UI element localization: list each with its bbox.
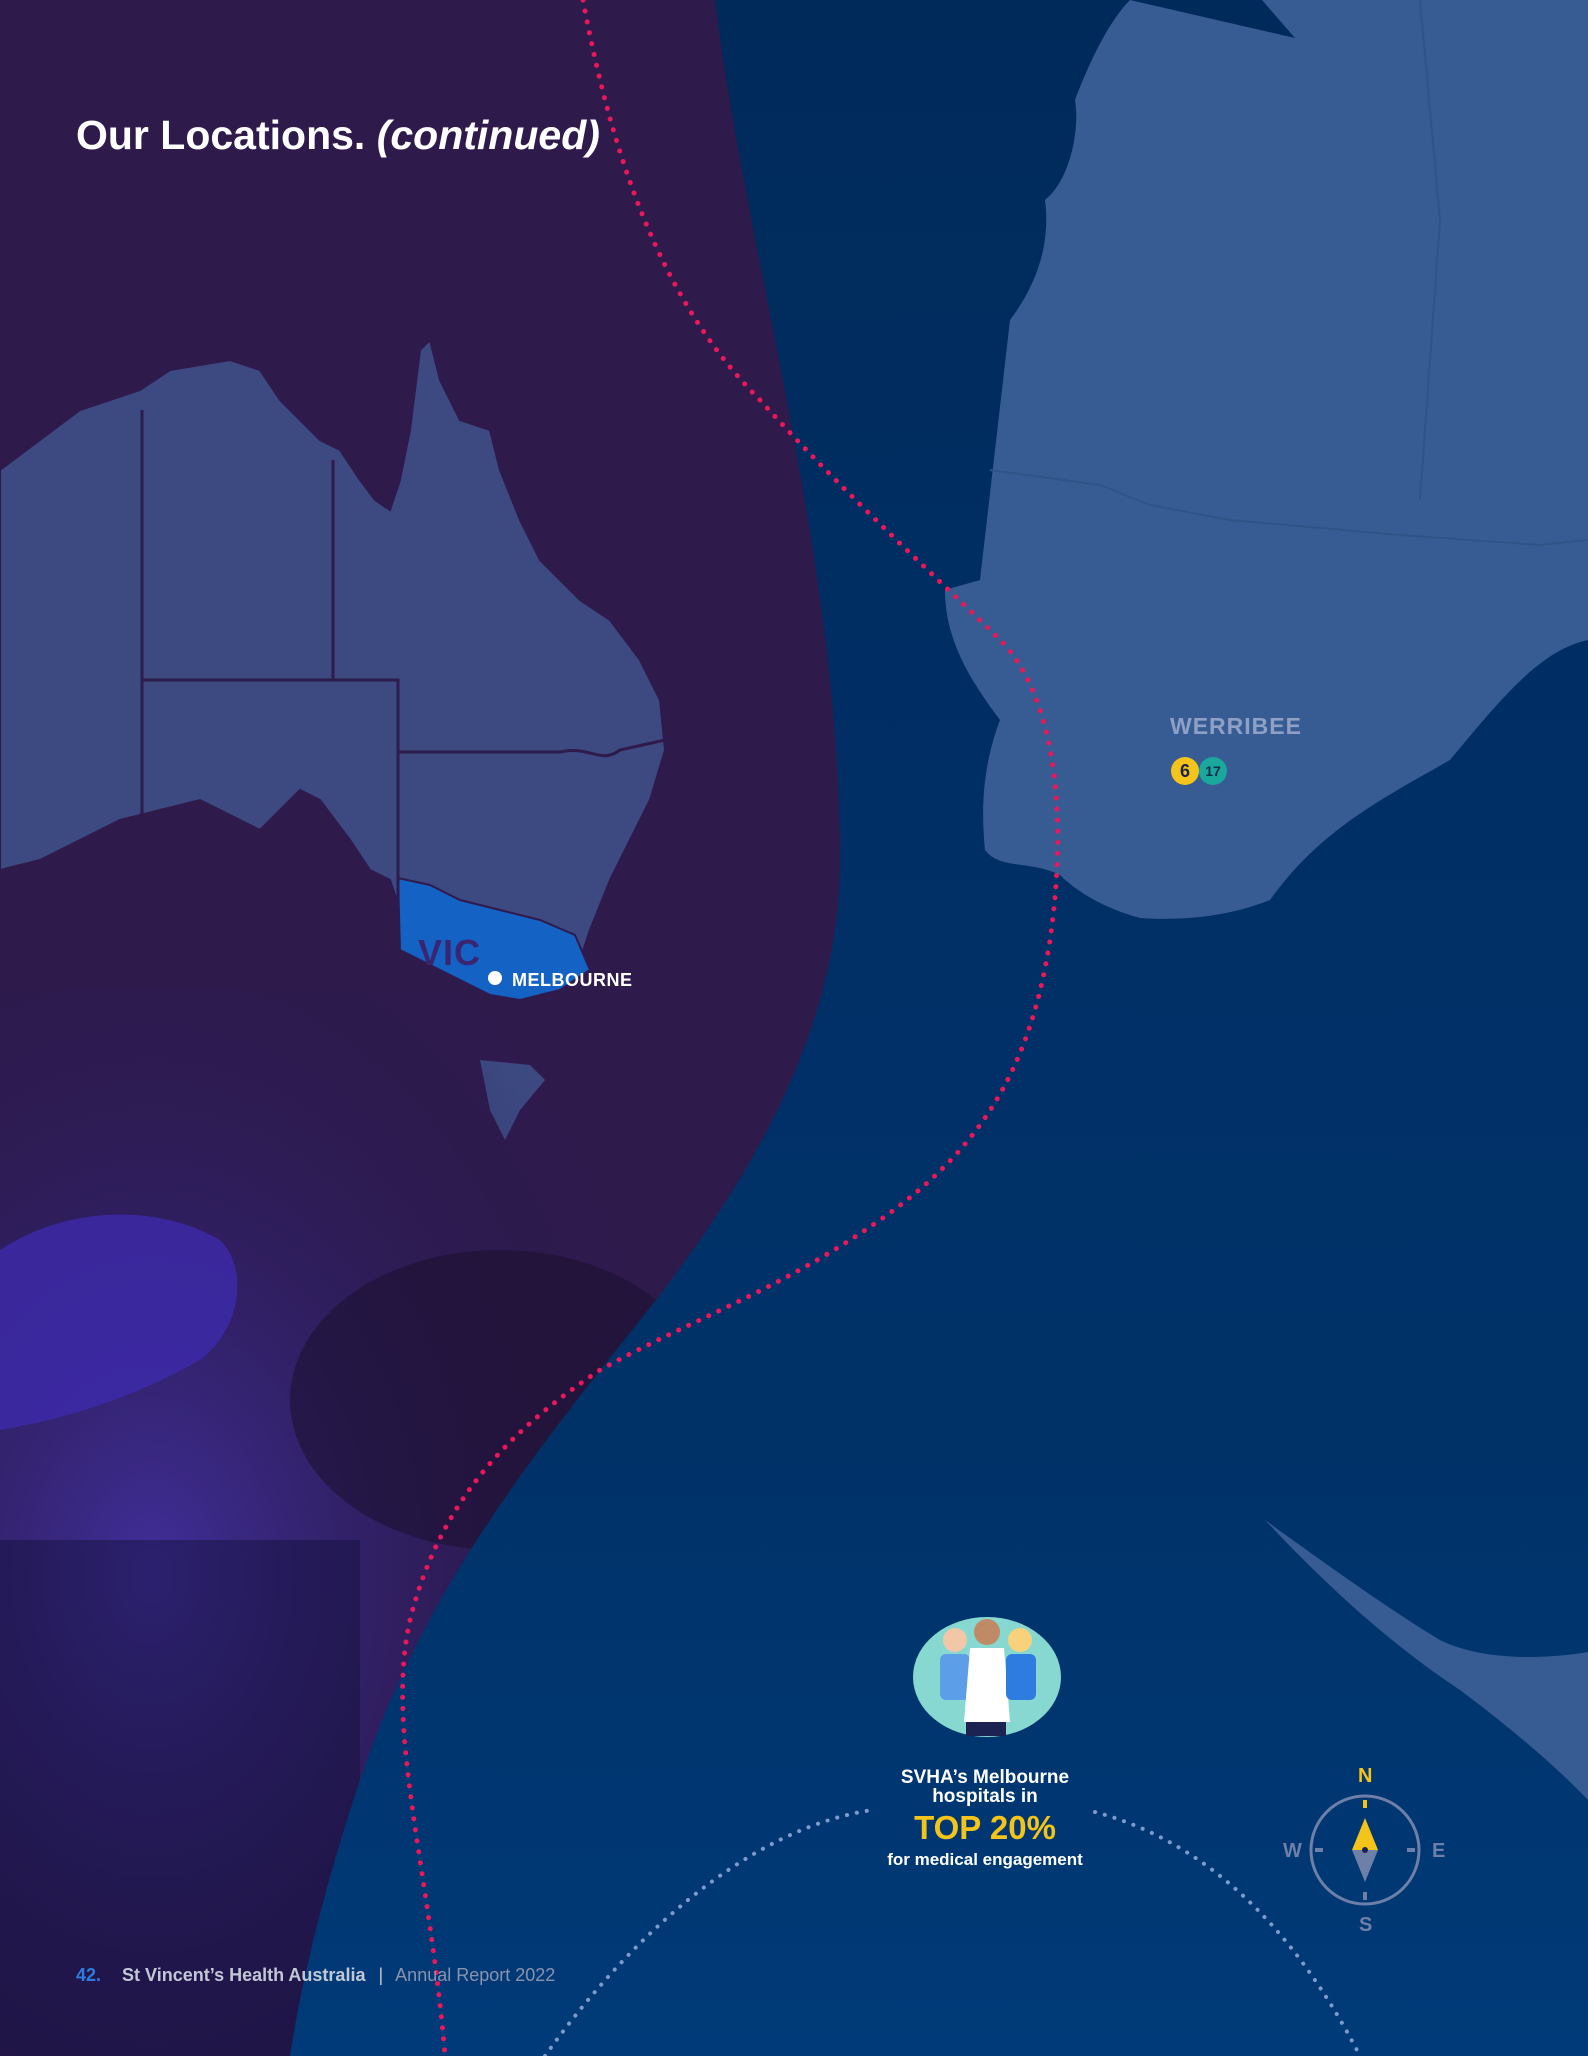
location-badge: 17 bbox=[1199, 757, 1227, 785]
state-label: VIC bbox=[418, 932, 482, 973]
page: Our Locations. (continued) VIC MELBOURNE… bbox=[0, 0, 1588, 2056]
footer-separator: | bbox=[378, 1965, 384, 1985]
page-title-continued: (continued) bbox=[376, 112, 600, 158]
werribee-landmass bbox=[945, 0, 1588, 919]
city-label: MELBOURNE bbox=[512, 970, 633, 990]
map-artwork bbox=[0, 0, 1588, 2056]
melbourne-marker bbox=[488, 971, 502, 985]
clinicians-illustration bbox=[913, 1617, 1061, 1737]
compass-west: W bbox=[1283, 1840, 1302, 1862]
page-footer: 42. St Vincent’s Health Australia | Annu… bbox=[76, 1965, 555, 1986]
callout-text: for medical engagement bbox=[887, 1850, 1083, 1869]
werribee-coast bbox=[1265, 1520, 1588, 1800]
compass-rose bbox=[1309, 1794, 1421, 1906]
patient-head bbox=[290, 1250, 710, 1550]
page-title-main: Our Locations. bbox=[76, 112, 366, 158]
callout-highlight: TOP 20% bbox=[914, 1809, 1056, 1846]
engagement-callout: SVHA’s Melbourne hospitals in TOP 20% fo… bbox=[860, 1768, 1110, 1870]
callout-text: SVHA’s Melbourne bbox=[900, 1767, 1070, 1788]
compass-east: E bbox=[1432, 1840, 1446, 1862]
compass-south: S bbox=[1359, 1914, 1373, 1936]
compass-north: N bbox=[1358, 1765, 1373, 1787]
organisation-name: St Vincent’s Health Australia bbox=[122, 1965, 366, 1985]
callout-arc bbox=[543, 1808, 874, 2056]
location-badge: 6 bbox=[1171, 757, 1199, 785]
location-label-werribee: WERRIBEE bbox=[1170, 713, 1302, 739]
report-name: Annual Report 2022 bbox=[395, 1965, 556, 1985]
callout-text: hospitals in bbox=[932, 1786, 1038, 1807]
page-number: 42. bbox=[76, 1965, 102, 1985]
page-title: Our Locations. (continued) bbox=[76, 112, 600, 159]
